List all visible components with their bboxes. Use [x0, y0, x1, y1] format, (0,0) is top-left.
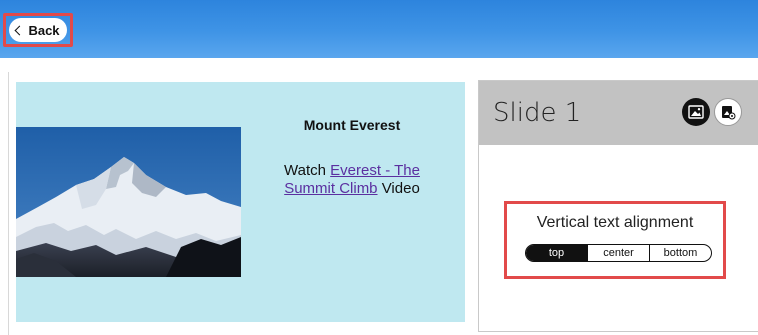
vertical-alignment-control: top center bottom [525, 244, 712, 262]
image-settings-icon [722, 106, 736, 120]
alignment-option-bottom[interactable]: bottom [649, 245, 711, 261]
slide-preview: Mount Everest Watch Everest - The Summit… [16, 82, 465, 322]
slide-text-suffix: Video [377, 180, 420, 197]
change-image-button[interactable] [682, 98, 710, 126]
everest-image [16, 127, 241, 277]
vertical-alignment-highlight [504, 201, 726, 279]
top-bar [0, 0, 758, 58]
back-button[interactable]: Back [9, 18, 67, 42]
vertical-alignment-label: Vertical text alignment [536, 214, 694, 231]
divider [8, 72, 9, 335]
slide-text: Watch Everest - The Summit Climb Video [266, 162, 438, 198]
alignment-option-center[interactable]: center [587, 245, 649, 261]
chevron-left-icon [15, 25, 25, 35]
slide-text-prefix: Watch [284, 162, 331, 179]
alignment-option-top[interactable]: top [526, 245, 587, 261]
back-button-label: Back [28, 22, 60, 38]
panel-header: Slide 1 [479, 81, 758, 145]
panel-title: Slide 1 [493, 98, 582, 128]
change-image-icon [688, 105, 704, 119]
slide-title: Mount Everest [303, 117, 401, 133]
image-settings-button[interactable] [714, 98, 742, 126]
